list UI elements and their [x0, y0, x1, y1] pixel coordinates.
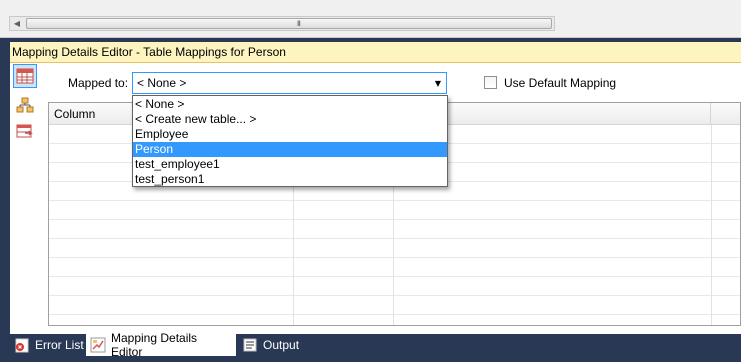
mapping-editor-icon [90, 337, 106, 353]
chevron-down-icon[interactable]: ▼ [432, 77, 444, 89]
inheritance-button[interactable] [13, 93, 37, 117]
bottom-tab-strip: Error List Mapping Details Editor Output [0, 331, 741, 362]
tab-error-list[interactable]: Error List [10, 334, 90, 356]
dropdown-option[interactable]: < None > [133, 97, 447, 112]
mapped-to-dropdown-list[interactable]: < None > < Create new table... > Employe… [132, 95, 448, 187]
tab-label: Output [263, 338, 300, 352]
dropdown-option[interactable]: < Create new table... > [133, 112, 447, 127]
editor-title: Mapping Details Editor - Table Mappings … [10, 42, 741, 63]
scroll-left-arrow-icon[interactable]: ◀ [10, 17, 24, 30]
dropdown-option-selected[interactable]: Person [133, 142, 447, 157]
add-mapping-icon [16, 124, 33, 138]
inheritance-icon [16, 97, 34, 113]
mapped-to-label: Mapped to: [68, 76, 129, 90]
mapped-to-combobox[interactable]: < None > ▼ [132, 72, 447, 94]
output-icon [242, 337, 258, 353]
combobox-value[interactable]: < None > [135, 75, 431, 91]
table-mapping-button[interactable] [13, 64, 37, 88]
use-default-mapping-label[interactable]: Use Default Mapping [504, 76, 616, 90]
tab-output[interactable]: Output [238, 334, 305, 356]
side-toolbar [10, 63, 40, 334]
add-mapping-button[interactable] [13, 119, 37, 143]
grid-divider [711, 125, 712, 325]
tab-label: Mapping Details Editor [111, 331, 198, 359]
tab-mapping-details-editor[interactable]: Mapping Details Editor [86, 331, 236, 359]
dropdown-option[interactable]: test_person1 [133, 172, 447, 187]
mapping-details-editor: Mapping Details Editor - Table Mappings … [10, 42, 741, 334]
horizontal-scrollbar[interactable]: ◀ lll [9, 16, 555, 31]
scrollbar-thumb[interactable]: lll [26, 18, 552, 29]
dropdown-option[interactable]: Employee [133, 127, 447, 142]
error-list-icon [14, 337, 30, 353]
scrollbar-grip: lll [297, 20, 301, 28]
tab-label: Error List [35, 338, 84, 352]
top-pane: ◀ lll [0, 0, 741, 38]
use-default-mapping-checkbox[interactable] [484, 76, 497, 89]
table-mapping-icon [16, 68, 34, 84]
dropdown-option[interactable]: test_employee1 [133, 157, 447, 172]
